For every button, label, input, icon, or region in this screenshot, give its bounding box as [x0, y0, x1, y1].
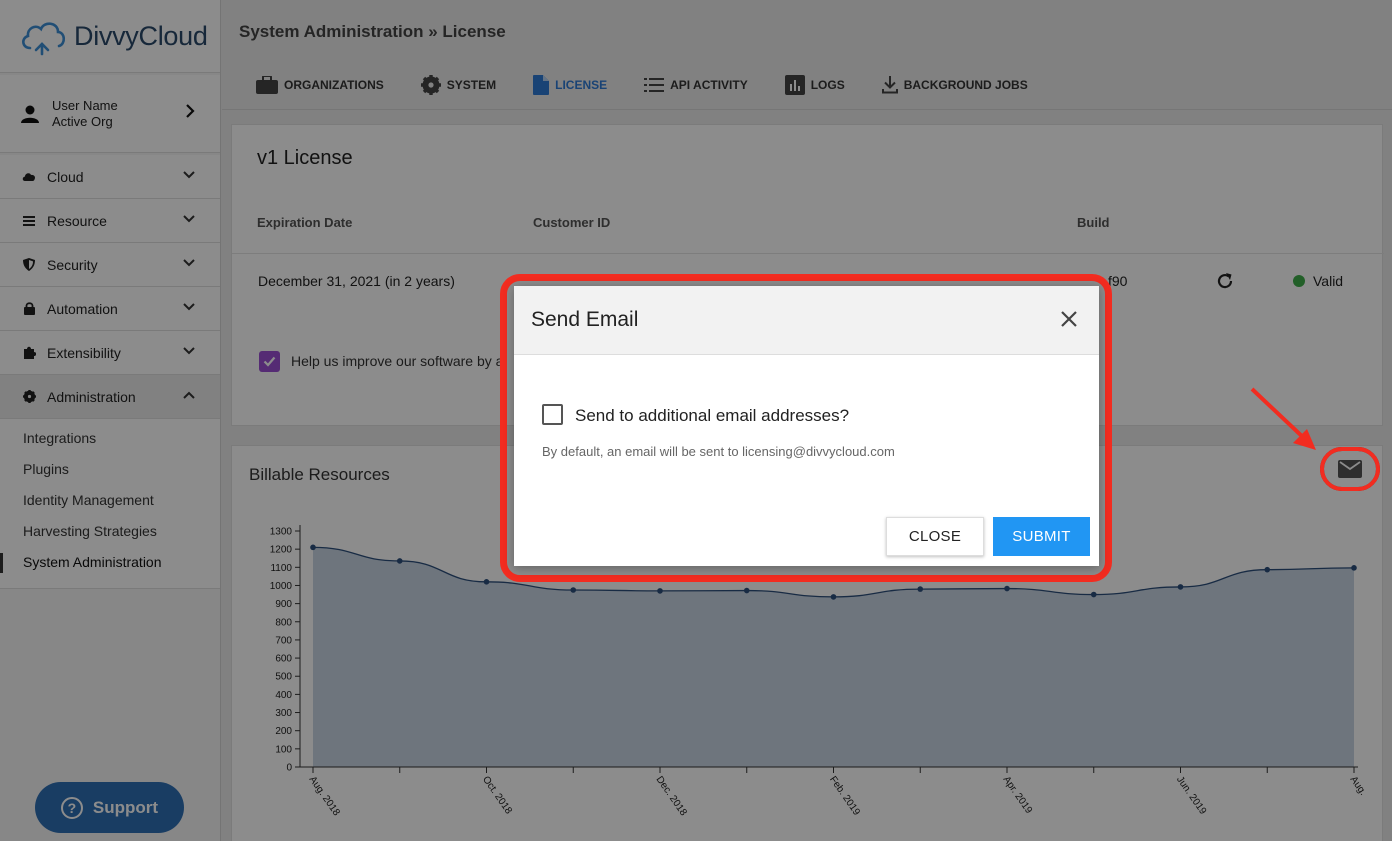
- annotation-ring: [1320, 447, 1380, 491]
- additional-emails-checkbox[interactable]: [542, 404, 563, 425]
- modal-header: Send Email: [514, 286, 1099, 355]
- default-email-note: By default, an email will be sent to lic…: [542, 444, 895, 459]
- app-window: DivvyCloud User Name Active Org Cloud Re…: [0, 0, 1392, 841]
- send-email-modal: Send Email Send to additional email addr…: [514, 286, 1099, 566]
- modal-title: Send Email: [531, 308, 639, 331]
- submit-button[interactable]: SUBMIT: [993, 517, 1090, 556]
- close-icon[interactable]: [1058, 308, 1080, 330]
- additional-emails-label: Send to additional email addresses?: [575, 406, 850, 425]
- close-button[interactable]: CLOSE: [886, 517, 984, 556]
